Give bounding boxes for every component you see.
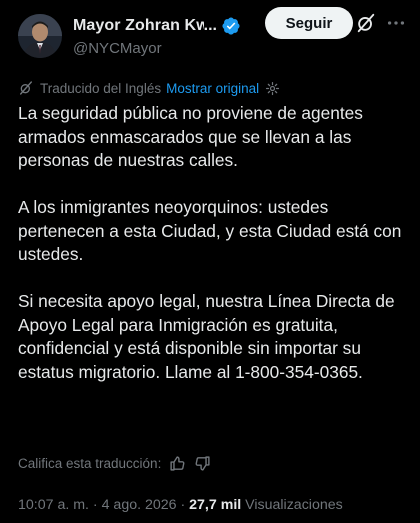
tweet-text: La seguridad pública no proviene de agen… <box>18 102 413 408</box>
meta-separator: · <box>176 497 190 513</box>
views-label: Visualizaciones <box>245 497 343 513</box>
translated-from-label: Traducido del Inglés <box>40 80 162 96</box>
tweet-paragraph: La seguridad pública no proviene de agen… <box>18 103 363 170</box>
tweet-date[interactable]: 4 ago. 2026 <box>102 497 177 513</box>
thumbs-up-icon[interactable] <box>169 455 186 472</box>
name-truncation: ... <box>203 17 217 34</box>
meta-separator: · <box>88 497 102 513</box>
follow-button[interactable]: Seguir <box>265 7 353 39</box>
show-original-link[interactable]: Mostrar original <box>166 81 259 96</box>
avatar[interactable] <box>18 14 62 58</box>
translate-icon <box>20 81 32 95</box>
author-handle[interactable]: @NYCMayor <box>73 40 241 57</box>
grok-icon[interactable] <box>355 12 377 34</box>
views-count: 27,7 mil <box>189 497 242 513</box>
tweet-meta: 10:07 a. m. · 4 ago. 2026 · 27,7 mil Vis… <box>18 497 343 513</box>
thumbs-down-icon[interactable] <box>194 455 211 472</box>
gear-icon[interactable] <box>265 81 280 96</box>
more-options-icon[interactable] <box>385 12 407 34</box>
tweet-paragraph: Si necesita apoyo legal, nuestra Línea D… <box>18 291 395 382</box>
rate-translation-label: Califica esta traducción: <box>18 456 162 471</box>
tweet-time[interactable]: 10:07 a. m. <box>18 497 89 513</box>
verified-badge-icon <box>222 17 240 35</box>
author-display-name[interactable]: Mayor Zohran Kwa <box>73 17 204 35</box>
rate-translation: Califica esta traducción: <box>18 455 211 472</box>
tweet-paragraph: A los inmigrantes neoyorquinos: ustedes … <box>18 197 402 264</box>
translation-notice: Traducido del Inglés Mostrar original <box>18 80 280 96</box>
